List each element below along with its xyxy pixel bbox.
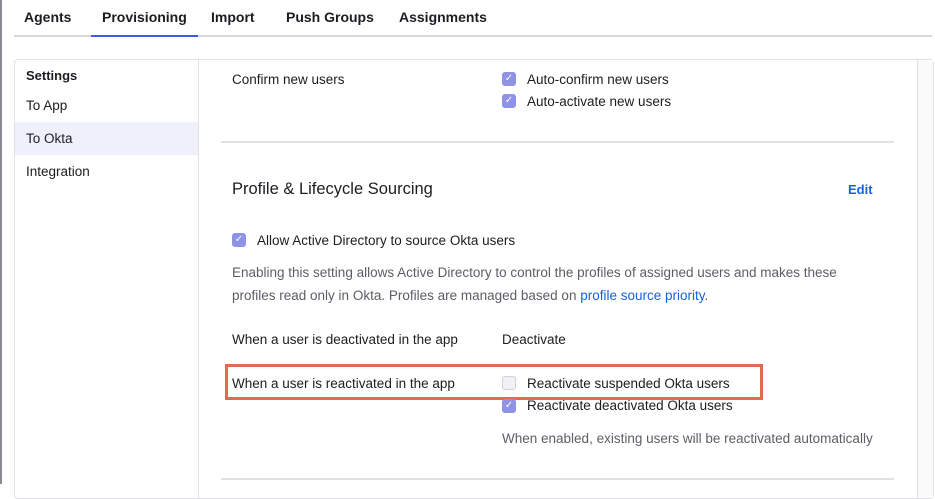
auto-confirm-label: Auto-confirm new users	[527, 72, 669, 87]
divider	[221, 478, 894, 480]
nav-item-to-app[interactable]: To App	[15, 89, 198, 122]
tab-import[interactable]: Import	[211, 9, 255, 25]
reactivate-suspended-checkbox[interactable]	[502, 376, 516, 390]
section-title: Profile & Lifecycle Sourcing	[232, 180, 433, 198]
scrollbar[interactable]	[917, 60, 933, 498]
tab-provisioning[interactable]: Provisioning	[91, 9, 198, 37]
confirm-label: Confirm new users	[232, 72, 345, 87]
description-line-2: profiles read only in Okta. Profiles are…	[232, 288, 708, 303]
description-end: .	[704, 288, 709, 303]
window-edge	[0, 0, 2, 484]
reactivation-note: When enabled, existing users will be rea…	[502, 431, 873, 446]
edit-button[interactable]: Edit	[848, 182, 873, 197]
tab-push-groups[interactable]: Push Groups	[286, 9, 374, 25]
tab-agents[interactable]: Agents	[24, 9, 71, 25]
auto-activate-checkbox[interactable]: ✓	[502, 94, 516, 108]
nav-item-to-okta[interactable]: To Okta	[15, 122, 198, 155]
deactivated-value: Deactivate	[502, 332, 566, 347]
settings-nav: Settings To App To Okta Integration	[15, 60, 199, 498]
allow-ad-label: Allow Active Directory to source Okta us…	[257, 233, 516, 248]
profile-source-priority-link[interactable]: profile source priority	[580, 288, 704, 303]
description-line-1: Enabling this setting allows Active Dire…	[232, 265, 837, 280]
nav-heading: Settings	[26, 68, 78, 83]
reactivate-suspended-label: Reactivate suspended Okta users	[527, 376, 730, 391]
allow-ad-checkbox[interactable]: ✓	[232, 233, 246, 247]
divider	[221, 141, 894, 143]
auto-activate-label: Auto-activate new users	[527, 94, 672, 109]
nav-item-integration[interactable]: Integration	[15, 155, 198, 188]
tab-bar: Agents Provisioning Import Push Groups A…	[14, 0, 932, 37]
tab-assignments[interactable]: Assignments	[399, 9, 487, 25]
deactivated-label: When a user is deactivated in the app	[232, 332, 458, 347]
reactivate-deactivated-label: Reactivate deactivated Okta users	[527, 398, 733, 413]
description-text: profiles read only in Okta. Profiles are…	[232, 288, 581, 303]
reactivate-deactivated-checkbox[interactable]: ✓	[502, 399, 516, 413]
auto-confirm-checkbox[interactable]: ✓	[502, 72, 516, 86]
reactivated-label: When a user is reactivated in the app	[232, 376, 455, 391]
